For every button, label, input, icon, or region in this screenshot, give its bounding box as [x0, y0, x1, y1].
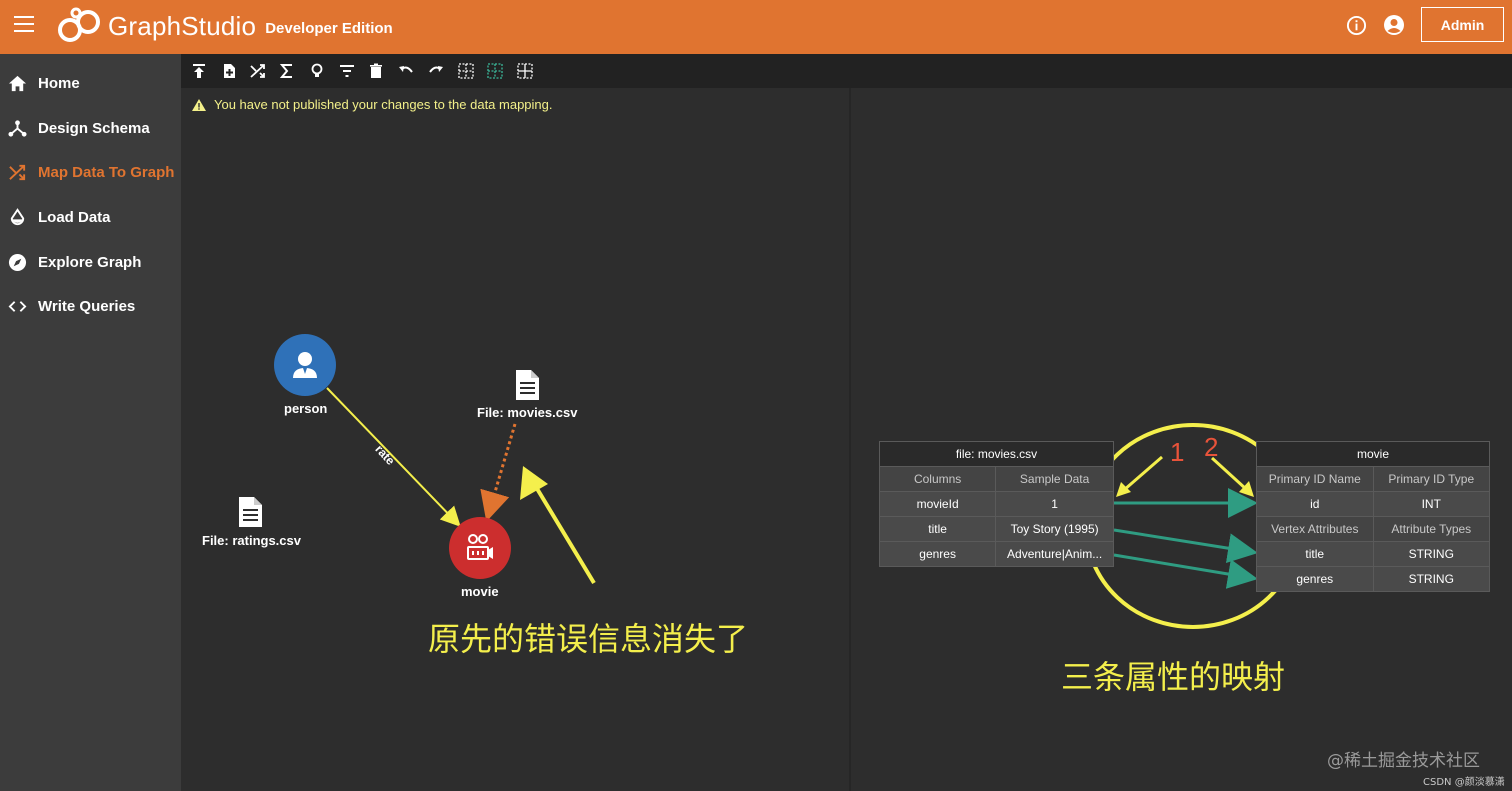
annotation-number-1: 1 — [1170, 437, 1185, 467]
table-cell: STRING — [1372, 541, 1491, 567]
file-mapping-table: file: movies.csv Columns Sample Data mov… — [878, 441, 1114, 567]
vertex-mapping-table: movie Primary ID Name Primary ID Type id… — [1256, 441, 1491, 592]
annotation-arrow-1 — [1123, 455, 1163, 492]
table-cell: STRING — [1372, 566, 1491, 592]
column-header: Primary ID Type — [1372, 466, 1491, 492]
table-cell: Adventure|Anim... — [995, 541, 1114, 567]
table-row[interactable]: title STRING — [1256, 541, 1491, 567]
table-cell[interactable]: movieId — [878, 491, 997, 517]
table-cell[interactable]: title — [878, 516, 997, 542]
watermark-csdn: CSDN @颜淡慕潇 — [1423, 777, 1505, 788]
mapping-line-title — [1113, 528, 1258, 564]
movie-vertex[interactable] — [449, 517, 511, 579]
mapping-line-genres — [1113, 553, 1258, 589]
column-header: Columns — [878, 466, 997, 492]
vertex-label-person: person — [284, 401, 328, 416]
file-label-movies: File: movies.csv — [477, 405, 578, 420]
annotation-number-2: 2 — [1204, 432, 1219, 462]
file-icon[interactable] — [514, 369, 540, 401]
column-header: Vertex Attributes — [1256, 516, 1374, 542]
table-cell[interactable]: genres — [878, 541, 997, 567]
vertex-table-title: movie — [1256, 441, 1490, 467]
person-vertex[interactable] — [274, 334, 336, 396]
data-mapping-edge[interactable] — [480, 423, 517, 522]
column-header: Sample Data — [995, 466, 1114, 492]
annotation-arrow — [528, 475, 596, 585]
table-cell[interactable]: genres — [1256, 566, 1374, 592]
table-row[interactable]: id INT — [1256, 491, 1491, 517]
file-table-title: file: movies.csv — [879, 441, 1114, 467]
table-cell[interactable]: title — [1256, 541, 1374, 567]
file-icon[interactable] — [237, 496, 263, 528]
table-cell: Toy Story (1995) — [995, 516, 1114, 542]
annotation-arrowhead — [520, 466, 548, 500]
graph-overlay — [326, 387, 1302, 629]
column-header: Attribute Types — [1372, 516, 1491, 542]
file-label-ratings: File: ratings.csv — [202, 533, 301, 548]
table-cell: INT — [1372, 491, 1491, 517]
table-cell: 1 — [995, 491, 1114, 517]
table-row[interactable]: movieId 1 — [878, 491, 1114, 517]
table-row[interactable]: genres STRING — [1256, 566, 1491, 592]
column-header: Primary ID Name — [1256, 466, 1374, 492]
annotation-caption-left: 原先的错误信息消失了 — [428, 620, 749, 658]
watermark-juejin: @稀土掘金技术社区 — [1327, 751, 1480, 771]
annotation-caption-right: 三条属性的映射 — [1061, 658, 1286, 696]
table-row[interactable]: title Toy Story (1995) — [878, 516, 1114, 542]
table-cell[interactable]: id — [1256, 491, 1374, 517]
vertex-label-movie: movie — [461, 584, 499, 599]
table-row[interactable]: genres Adventure|Anim... — [878, 541, 1114, 567]
